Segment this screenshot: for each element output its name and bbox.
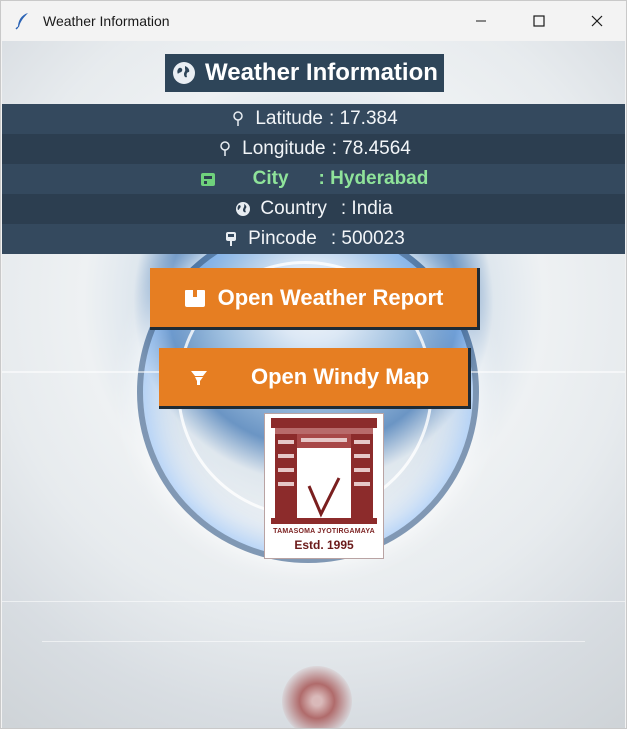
longitude-label: Longitude xyxy=(242,138,326,159)
globe-icon xyxy=(173,62,195,84)
logo-established-year: Estd. 1995 xyxy=(294,538,354,552)
minimize-button[interactable] xyxy=(452,1,510,41)
maximize-icon xyxy=(533,15,545,27)
maximize-button[interactable] xyxy=(510,1,568,41)
floor-light-decoration xyxy=(282,666,352,728)
minimize-icon xyxy=(476,20,486,22)
city-value: : Hyderabad xyxy=(318,168,429,189)
feather-icon xyxy=(13,11,33,31)
pincode-value: : 500023 xyxy=(330,228,405,249)
longitude-row: Longitude : 78.4564 xyxy=(2,134,625,164)
title-bar: Weather Information xyxy=(1,1,626,41)
country-label: Country xyxy=(260,198,327,219)
pin-icon xyxy=(229,110,247,128)
close-button[interactable] xyxy=(568,1,626,41)
page-header: Weather Information xyxy=(165,54,444,92)
pincode-label: Pincode xyxy=(248,228,317,249)
mailbox-icon xyxy=(222,230,240,248)
box-icon xyxy=(184,288,206,308)
latitude-label: Latitude xyxy=(255,108,323,129)
globe-icon xyxy=(234,200,252,218)
open-weather-report-button[interactable]: Open Weather Report xyxy=(150,268,480,330)
city-row: City : Hyderabad xyxy=(2,164,625,194)
institution-logo: TAMASOMA JYOTIRGAMAYA Estd. 1995 xyxy=(264,413,384,559)
floor-line-decoration xyxy=(2,601,625,602)
floor-line-decoration xyxy=(42,641,585,642)
pin-icon xyxy=(216,140,234,158)
weather-report-label: Open Weather Report xyxy=(217,284,444,310)
app-content: Weather Information Latitude : 17.384 Lo… xyxy=(2,41,625,728)
page-title: Weather Information xyxy=(205,59,438,86)
windy-map-label: Open Windy Map xyxy=(251,364,430,389)
wind-icon xyxy=(189,367,211,387)
window-title: Weather Information xyxy=(43,13,170,29)
logo-motto: TAMASOMA JYOTIRGAMAYA xyxy=(273,528,375,535)
country-value: : India xyxy=(340,198,393,219)
country-row: Country : India xyxy=(2,194,625,224)
close-icon xyxy=(591,15,603,27)
info-panel: Latitude : 17.384 Longitude : 78.4564 Ci… xyxy=(2,104,625,254)
open-windy-map-button[interactable]: Open Windy Map xyxy=(159,348,471,409)
pincode-row: Pincode : 500023 xyxy=(2,224,625,254)
city-label: City xyxy=(252,168,289,189)
window-controls xyxy=(452,1,626,41)
longitude-value: : 78.4564 xyxy=(331,138,411,159)
gateway-emblem xyxy=(271,418,377,524)
app-window: Weather Information Weather Information … xyxy=(0,0,627,729)
city-icon xyxy=(199,170,217,188)
latitude-row: Latitude : 17.384 xyxy=(2,104,625,134)
latitude-value: : 17.384 xyxy=(328,108,398,129)
